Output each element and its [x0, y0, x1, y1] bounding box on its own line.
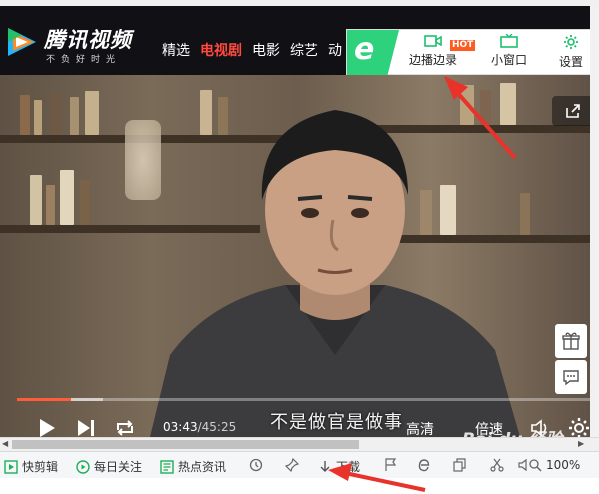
chat-button[interactable] [555, 360, 587, 394]
scroll-right-arrow-icon[interactable]: ▶ [578, 439, 584, 448]
clip-icon [4, 459, 18, 474]
download-label: 下载 [336, 460, 361, 474]
video-subtitle: 不是做官是做事 [270, 412, 403, 433]
hot-news-button[interactable]: 热点资讯 [160, 458, 226, 475]
ie-icon[interactable] [417, 458, 431, 472]
download-button[interactable]: 下载 [318, 458, 360, 475]
gift-button[interactable] [555, 324, 587, 358]
quality-button[interactable]: 高清 [406, 419, 434, 439]
time-display: 03:43/45:25 [163, 420, 236, 434]
top-nav: 精选 电视剧 电影 综艺 动 [162, 40, 342, 60]
video-player[interactable] [0, 75, 599, 437]
history-icon[interactable] [249, 458, 263, 472]
nav-item-featured[interactable]: 精选 [162, 40, 190, 60]
record-label: 边播边录 [408, 53, 457, 67]
daily-follow-button[interactable]: 每日关注 [76, 458, 142, 475]
progress-bar[interactable] [17, 398, 591, 401]
quick-clip-button[interactable]: 快剪辑 [4, 458, 58, 475]
browser-status-bar: 快剪辑 每日关注 热点资讯 下载 100% [0, 451, 599, 478]
gear-icon [564, 35, 578, 49]
logo-title[interactable]: 腾讯视频 [44, 24, 132, 54]
nav-item-tv-series[interactable]: 电视剧 [200, 40, 242, 60]
mini-window-button[interactable]: 小窗口 [487, 34, 531, 68]
nav-item-anime[interactable]: 动 [328, 40, 342, 60]
zoom-level: 100% [546, 458, 581, 472]
loop-icon[interactable] [114, 418, 136, 438]
nav-item-movies[interactable]: 电影 [252, 40, 280, 60]
hot-badge: HOT [450, 40, 476, 51]
next-episode-icon[interactable] [77, 419, 97, 437]
chat-bubble-icon [563, 370, 579, 386]
horizontal-scrollbar[interactable]: ◀ ▶ [0, 437, 599, 451]
record-icon [424, 35, 442, 47]
time-total: /45:25 [197, 420, 237, 434]
video-person-figure [150, 110, 520, 437]
news-icon [160, 459, 174, 474]
horizontal-scroll-thumb[interactable] [12, 440, 359, 449]
daily-follow-label: 每日关注 [94, 460, 143, 474]
e-logo-icon: e [354, 32, 375, 67]
extension-settings-button[interactable]: 设置 [553, 34, 589, 70]
tencent-video-logo-icon[interactable] [4, 24, 40, 60]
hot-news-label: 热点资讯 [178, 460, 227, 474]
logo-slogan: 不负好时光 [46, 55, 122, 65]
time-current: 03:43 [163, 420, 198, 434]
tv-icon [500, 34, 518, 48]
bottom-strip [0, 478, 599, 494]
extension-logo[interactable]: e [347, 30, 399, 75]
nav-item-variety[interactable]: 综艺 [290, 40, 318, 60]
zoom-control[interactable]: 100% [528, 458, 580, 472]
scissors-icon[interactable] [490, 458, 504, 472]
play-icon[interactable] [38, 418, 56, 438]
play-circle-icon [76, 459, 90, 474]
settings-gear-icon[interactable] [568, 417, 590, 439]
settings-label: 设置 [558, 55, 583, 69]
scroll-left-arrow-icon[interactable]: ◀ [2, 439, 8, 448]
progress-played [17, 398, 71, 401]
share-icon [566, 104, 580, 118]
mini-window-label: 小窗口 [490, 53, 527, 67]
vertical-scrollbar[interactable] [590, 6, 599, 438]
download-icon [320, 460, 330, 472]
gift-icon [562, 332, 580, 350]
copy-icon[interactable] [453, 458, 467, 472]
pin-icon[interactable] [285, 458, 299, 472]
zoom-icon [529, 459, 542, 472]
quick-clip-label: 快剪辑 [22, 460, 59, 474]
extension-popup: e 边播边录 小窗口 设置 [346, 29, 598, 75]
flag-icon[interactable] [384, 458, 398, 472]
